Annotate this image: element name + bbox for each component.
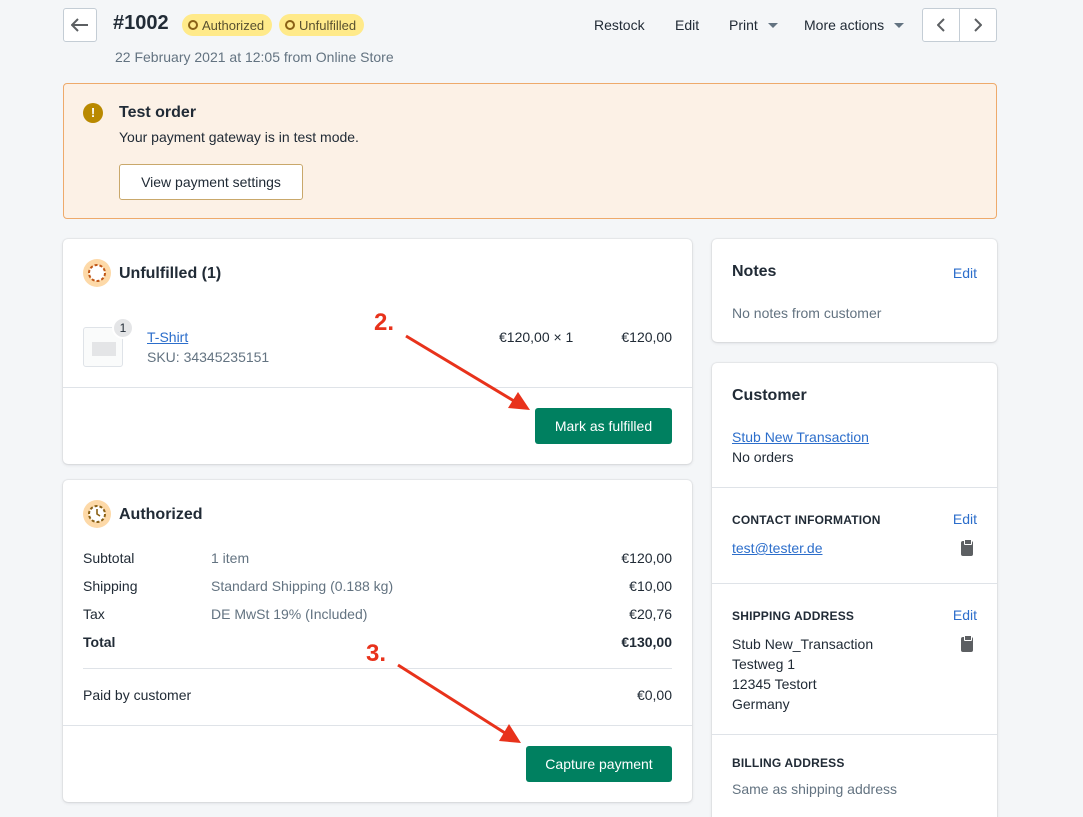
contact-edit-link[interactable]: Edit <box>953 511 977 527</box>
subtotal-amount: €120,00 <box>621 550 672 566</box>
contact-information-heading: CONTACT INFORMATION <box>732 513 881 527</box>
total-label: Total <box>83 634 116 650</box>
product-sku: SKU: 34345235151 <box>147 349 270 365</box>
billing-address-text: Same as shipping address <box>732 781 897 797</box>
shipping-amount: €10,00 <box>629 578 672 594</box>
total-amount: €130,00 <box>621 634 672 650</box>
order-pager <box>922 8 997 42</box>
divider <box>63 387 692 388</box>
back-button[interactable] <box>63 8 97 42</box>
warning-icon: ! <box>83 103 103 123</box>
status-dot-icon <box>285 20 295 30</box>
restock-button[interactable]: Restock <box>594 17 645 33</box>
arrow-left-icon <box>71 18 88 32</box>
annotation-number: 3. <box>366 640 387 667</box>
chevron-right-icon <box>974 18 982 32</box>
paid-amount: €0,00 <box>636 687 672 703</box>
customer-title: Customer <box>732 387 807 404</box>
caret-down-icon <box>767 22 778 28</box>
capture-payment-button[interactable]: Capture payment <box>526 746 672 782</box>
unit-price: €120,00 × 1 <box>499 329 574 345</box>
print-button[interactable]: Print <box>729 17 778 33</box>
divider <box>712 734 997 735</box>
divider <box>63 725 692 726</box>
address-line: Stub New_Transaction <box>732 636 874 652</box>
shipping-edit-link[interactable]: Edit <box>953 607 977 623</box>
divider <box>83 668 672 669</box>
line-total: €120,00 <box>621 329 672 345</box>
notes-card: Notes Edit No notes from customer <box>712 239 997 342</box>
address-line: Testweg 1 <box>732 656 796 672</box>
next-order-button[interactable] <box>960 9 996 41</box>
notes-text: No notes from customer <box>732 305 882 321</box>
more-actions-button[interactable]: More actions <box>804 17 905 33</box>
shipping-address-heading: SHIPPING ADDRESS <box>732 609 855 623</box>
authorized-status-icon <box>83 500 111 528</box>
mark-as-fulfilled-button[interactable]: Mark as fulfilled <box>535 408 672 444</box>
restock-label: Restock <box>594 17 645 33</box>
edit-label: Edit <box>675 17 700 33</box>
unfulfilled-card: Unfulfilled (1) 1 T-Shirt SKU: 343452351… <box>63 239 692 464</box>
previous-order-button[interactable] <box>923 9 960 41</box>
status-dot-icon <box>188 20 198 30</box>
address-line: 12345 Testort <box>732 676 817 692</box>
caret-down-icon <box>894 22 905 28</box>
badge-label: Unfulfilled <box>299 17 357 33</box>
divider <box>712 487 997 488</box>
subtotal-label: Subtotal <box>83 550 135 566</box>
divider <box>712 583 997 584</box>
customer-name-link[interactable]: Stub New Transaction <box>732 429 869 445</box>
shipping-label: Shipping <box>83 578 138 594</box>
tax-label: Tax <box>83 606 105 622</box>
print-label: Print <box>729 17 758 33</box>
shipping-detail: Standard Shipping (0.188 kg) <box>211 578 394 594</box>
copy-clipboard-icon[interactable] <box>961 539 973 556</box>
copy-clipboard-icon[interactable] <box>961 635 973 652</box>
badge-label: Authorized <box>202 17 265 33</box>
tax-amount: €20,76 <box>629 606 672 622</box>
notes-edit-link[interactable]: Edit <box>953 265 977 281</box>
edit-button[interactable]: Edit <box>675 17 699 33</box>
view-payment-settings-button[interactable]: View payment settings <box>119 164 303 200</box>
product-link[interactable]: T-Shirt <box>147 329 188 345</box>
chevron-left-icon <box>937 18 945 32</box>
billing-address-heading: BILLING ADDRESS <box>732 756 845 770</box>
banner-text: Your payment gateway is in test mode. <box>119 129 359 145</box>
banner-title: Test order <box>119 104 197 121</box>
test-order-banner: ! Test order Your payment gateway is in … <box>63 83 997 219</box>
order-number: #1002 <box>113 12 169 34</box>
subtotal-detail: 1 item <box>211 550 250 566</box>
more-actions-label: More actions <box>804 17 885 33</box>
customer-email-link[interactable]: test@tester.de <box>732 540 822 556</box>
unfulfilled-status-icon <box>83 259 111 287</box>
unfulfilled-badge: Unfulfilled <box>279 14 365 36</box>
customer-orders: No orders <box>732 449 794 465</box>
customer-card: Customer Stub New Transaction No orders … <box>712 363 997 817</box>
tax-detail: DE MwSt 19% (Included) <box>211 606 368 622</box>
authorized-badge: Authorized <box>182 14 273 36</box>
quantity-badge: 1 <box>112 317 134 339</box>
address-line: Germany <box>732 696 790 712</box>
annotation-number: 2. <box>374 309 395 336</box>
order-subtitle: 22 February 2021 at 12:05 from Online St… <box>115 49 394 65</box>
unfulfilled-title: Unfulfilled (1) <box>119 265 222 282</box>
authorized-title: Authorized <box>119 506 203 523</box>
paid-by-customer-label: Paid by customer <box>83 687 192 703</box>
notes-title: Notes <box>732 263 777 280</box>
